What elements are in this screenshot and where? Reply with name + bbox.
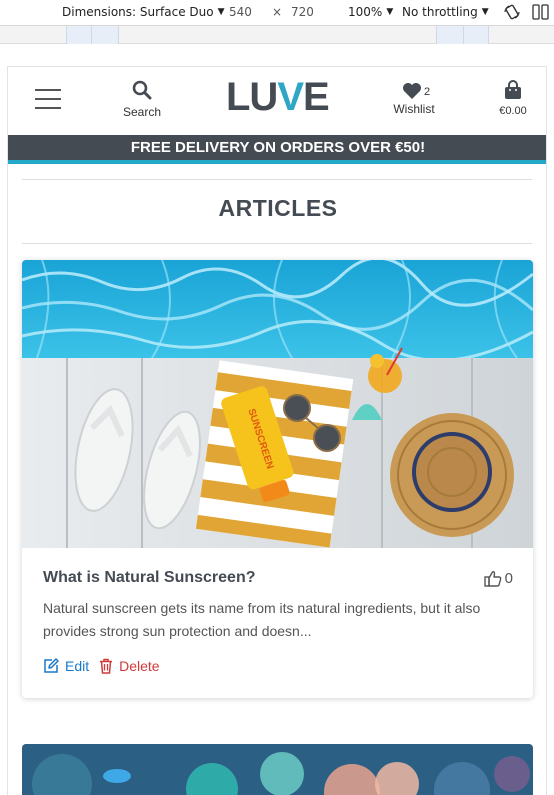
shopping-bag-icon — [505, 80, 521, 99]
article-title[interactable]: What is Natural Sunscreen? — [43, 569, 256, 587]
heart-icon — [403, 83, 421, 99]
site-header: Search LUVE 2 Wishlist €0.00 — [8, 67, 546, 135]
wishlist-button[interactable]: 2 Wishlist — [386, 80, 442, 116]
article-card[interactable]: SUNSCREEN What is Natural Sunscreen? 0 N… — [22, 260, 533, 698]
divider — [22, 179, 532, 180]
search-label: Search — [122, 105, 162, 119]
menu-icon[interactable] — [35, 89, 61, 109]
article-actions: Edit Delete — [43, 658, 160, 674]
width-input[interactable]: 540 — [229, 5, 252, 19]
wishlist-count: 2 — [424, 86, 431, 98]
delete-label: Delete — [119, 658, 160, 674]
height-input[interactable]: 720 — [291, 5, 314, 19]
edit-label: Edit — [65, 658, 90, 674]
site-logo[interactable]: LUVE — [226, 77, 336, 117]
trash-icon — [100, 658, 113, 674]
article-image[interactable]: SUNSCREEN — [22, 260, 533, 548]
rotate-icon[interactable] — [503, 3, 521, 21]
device-select[interactable]: Dimensions: Surface Duo ▼ — [62, 5, 225, 19]
article-image[interactable] — [22, 744, 533, 795]
article-excerpt: Natural sunscreen gets its name from its… — [43, 600, 481, 639]
edit-link[interactable]: Edit — [43, 658, 89, 674]
device-viewport: Search LUVE 2 Wishlist €0.00 FREE DELIVE… — [7, 66, 547, 795]
like-button[interactable]: 0 — [483, 570, 513, 587]
search-button[interactable]: Search — [116, 80, 168, 119]
chevron-down-icon: ▼ — [217, 7, 225, 17]
promo-banner: FREE DELIVERY ON ORDERS OVER €50! — [8, 135, 546, 164]
chevron-down-icon: ▼ — [481, 7, 489, 17]
times-sign: × — [272, 5, 283, 19]
delete-link[interactable]: Delete — [99, 658, 160, 674]
edit-icon — [44, 658, 59, 673]
zoom-select[interactable]: 100% ▼ — [348, 5, 393, 19]
thumbs-up-icon — [483, 571, 501, 587]
zoom-label: 100% — [348, 5, 383, 19]
throttling-label: No throttling — [402, 5, 478, 19]
bag-total: €0.00 — [499, 105, 527, 117]
throttling-select[interactable]: No throttling ▼ — [402, 5, 489, 19]
wishlist-label: Wishlist — [393, 102, 435, 116]
device-label: Dimensions: Surface Duo — [62, 5, 214, 19]
chevron-down-icon: ▼ — [386, 7, 394, 17]
media-query-ruler — [0, 26, 554, 44]
devtools-toolbar: Dimensions: Surface Duo ▼ 540 × 720 100%… — [0, 0, 554, 26]
bag-button[interactable]: €0.00 — [493, 80, 533, 117]
page-title: ARTICLES — [218, 195, 338, 221]
dual-screen-icon[interactable] — [531, 3, 551, 21]
search-icon — [132, 80, 152, 100]
like-count: 0 — [504, 570, 513, 587]
divider — [22, 243, 532, 244]
